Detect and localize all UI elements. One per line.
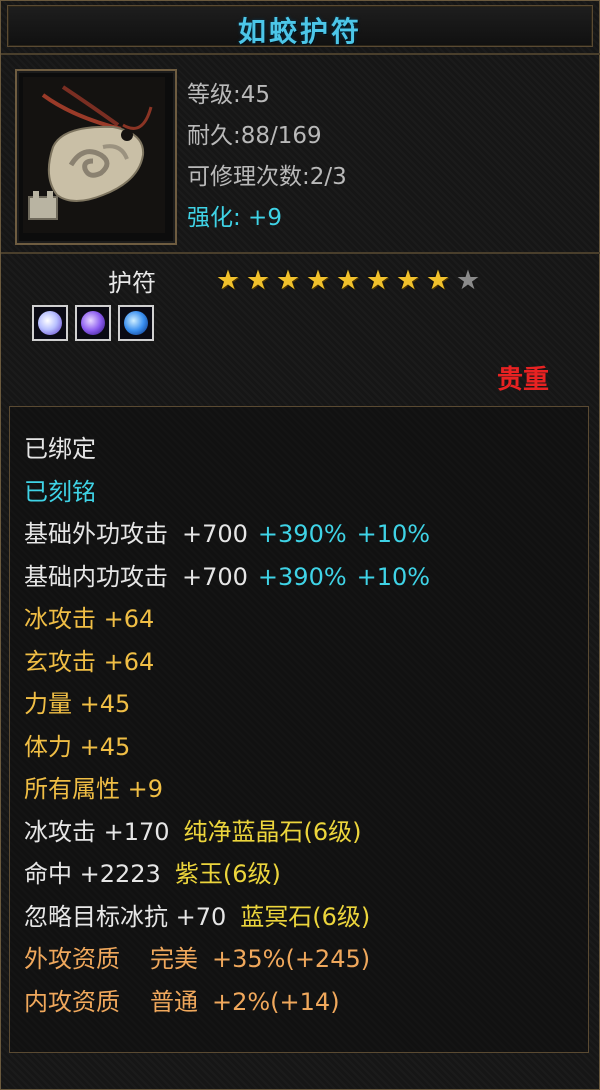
level-stat: 等级:45 (187, 82, 271, 108)
star-filled-icon: ★ (425, 265, 451, 296)
star-filled-icon: ★ (245, 265, 271, 296)
durability-stat: 耐久:88/169 (187, 123, 322, 149)
outer-attack-quality: 外攻资质 完美 +35%(+245) (24, 945, 371, 973)
inner-attack-quality: 内攻资质 普通 +2%(+14) (24, 987, 340, 1016)
gem-bonus-hit: 命中 +2223 紫玉(6级) (24, 860, 281, 888)
jade-amulet-icon (23, 77, 165, 233)
star-filled-icon: ★ (275, 265, 301, 296)
item-tooltip: 如蛟护符 等级:45 耐久:88/169 可修理次数:2/3 强化: +9 护符… (0, 0, 600, 1090)
white-gem-icon (32, 305, 68, 341)
item-type: 护符 (108, 269, 156, 297)
stamina: 体力 +45 (24, 732, 131, 761)
gem-bonus-ice: 冰攻击 +170 纯净蓝晶石(6级) (24, 817, 362, 846)
base-outer-attack: 基础外功攻击 +700 +390% +10% (24, 520, 431, 548)
enhance-stat: 强化: +9 (187, 205, 282, 231)
strength: 力量 +45 (24, 690, 131, 718)
repair-count-stat: 可修理次数:2/3 (187, 164, 347, 190)
item-title: 如蛟护符 (237, 15, 362, 48)
item-stats: 等级:45 耐久:88/169 可修理次数:2/3 强化: +9 (187, 75, 347, 239)
gem-slots (32, 305, 161, 341)
all-attributes: 所有属性 +9 (24, 775, 164, 803)
star-filled-icon: ★ (365, 265, 391, 296)
item-icon-frame (15, 69, 177, 245)
star-filled-icon: ★ (335, 265, 361, 296)
item-properties: 已绑定 已刻铭 基础外功攻击 +700 +390% +10% 基础内功攻击 +700 +3… (9, 406, 589, 1053)
engraved-status: 已刻铭 (24, 477, 96, 506)
star-empty-icon: ★ (455, 265, 481, 296)
gem-bonus-ignore-ice: 忽略目标冰抗 +70 蓝冥石(6级) (24, 902, 371, 931)
bound-status: 已绑定 (24, 435, 96, 463)
xuan-attack: 玄攻击 +64 (24, 647, 155, 676)
star-filled-icon: ★ (215, 265, 241, 296)
ice-attack: 冰攻击 +64 (24, 605, 155, 633)
blue-gem-icon (118, 305, 154, 341)
purple-gem-icon (75, 305, 111, 341)
divider (1, 53, 600, 55)
star-filled-icon: ★ (395, 265, 421, 296)
divider (1, 252, 600, 254)
quality-label: 贵重 (496, 365, 549, 395)
base-inner-attack: 基础内功攻击 +700 +390% +10% (24, 562, 431, 591)
title-bar: 如蛟护符 (7, 5, 593, 48)
star-filled-icon: ★ (305, 265, 331, 296)
star-rating: ★ ★ ★ ★ ★ ★ ★ ★ ★ (213, 267, 483, 295)
